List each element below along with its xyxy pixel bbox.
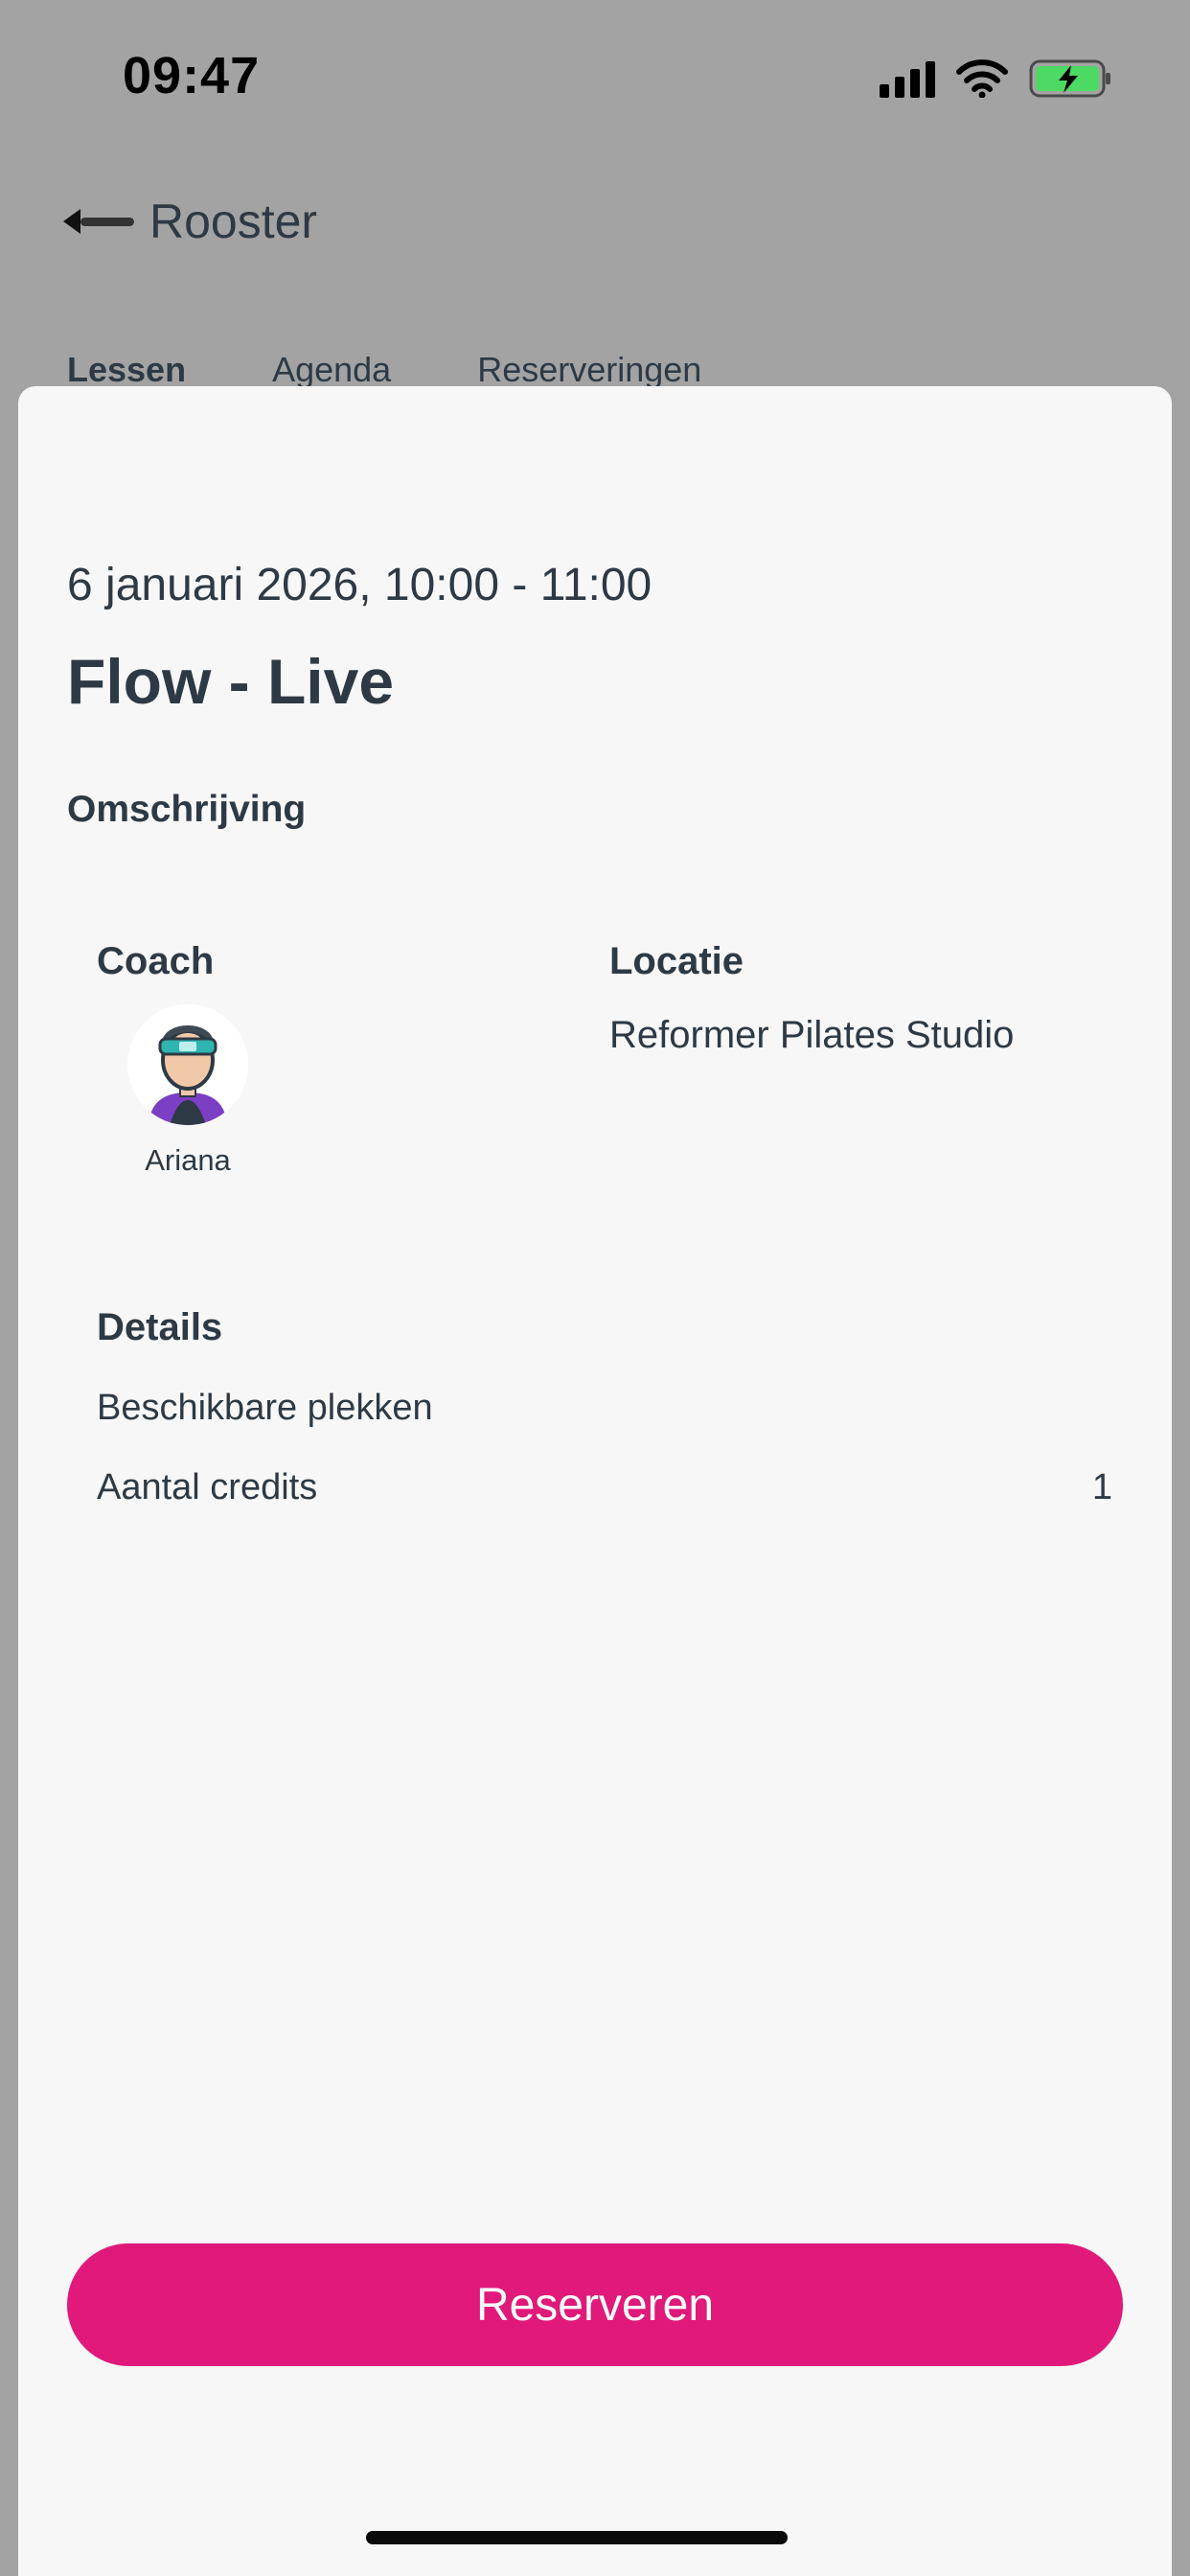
coach-name: Ariana	[145, 1143, 231, 1177]
battery-charging-icon	[1029, 58, 1113, 100]
reserve-button[interactable]: Reserveren	[67, 2243, 1123, 2366]
lesson-detail-sheet: 6 januari 2026, 10:00 - 11:00 Flow - Liv…	[18, 386, 1172, 2576]
detail-row-credits: Aantal credits 1	[97, 1467, 1112, 1508]
status-icons	[880, 56, 1113, 102]
detail-label: Beschikbare plekken	[97, 1388, 433, 1428]
location-heading: Locatie	[609, 940, 744, 982]
home-indicator[interactable]	[366, 2531, 788, 2544]
tab-reserveringen[interactable]: Reserveringen	[477, 350, 701, 390]
status-bar: 09:47	[0, 0, 1190, 153]
lesson-title: Flow - Live	[67, 646, 395, 717]
coach-avatar-icon[interactable]	[127, 1004, 248, 1125]
status-time: 09:47	[123, 47, 261, 104]
page-title: Rooster	[149, 195, 318, 248]
tab-lessen[interactable]: Lessen	[67, 350, 186, 390]
cellular-signal-icon	[880, 59, 935, 98]
tab-bar: Lessen Agenda Reserveringen	[67, 350, 701, 390]
detail-label: Aantal credits	[97, 1467, 318, 1507]
detail-row-available-spots: Beschikbare plekken	[97, 1388, 1112, 1429]
lesson-datetime: 6 januari 2026, 10:00 - 11:00	[67, 560, 652, 610]
tab-agenda[interactable]: Agenda	[272, 350, 391, 390]
description-heading: Omschrijving	[67, 789, 307, 830]
coach-heading: Coach	[97, 940, 215, 982]
detail-value: 1	[1091, 1467, 1112, 1507]
back-navigation[interactable]: Rooster	[61, 187, 317, 256]
location-value: Reformer Pilates Studio	[609, 1014, 1015, 1056]
back-arrow-icon[interactable]	[61, 207, 136, 236]
wifi-icon	[956, 59, 1008, 98]
details-heading: Details	[97, 1306, 223, 1348]
